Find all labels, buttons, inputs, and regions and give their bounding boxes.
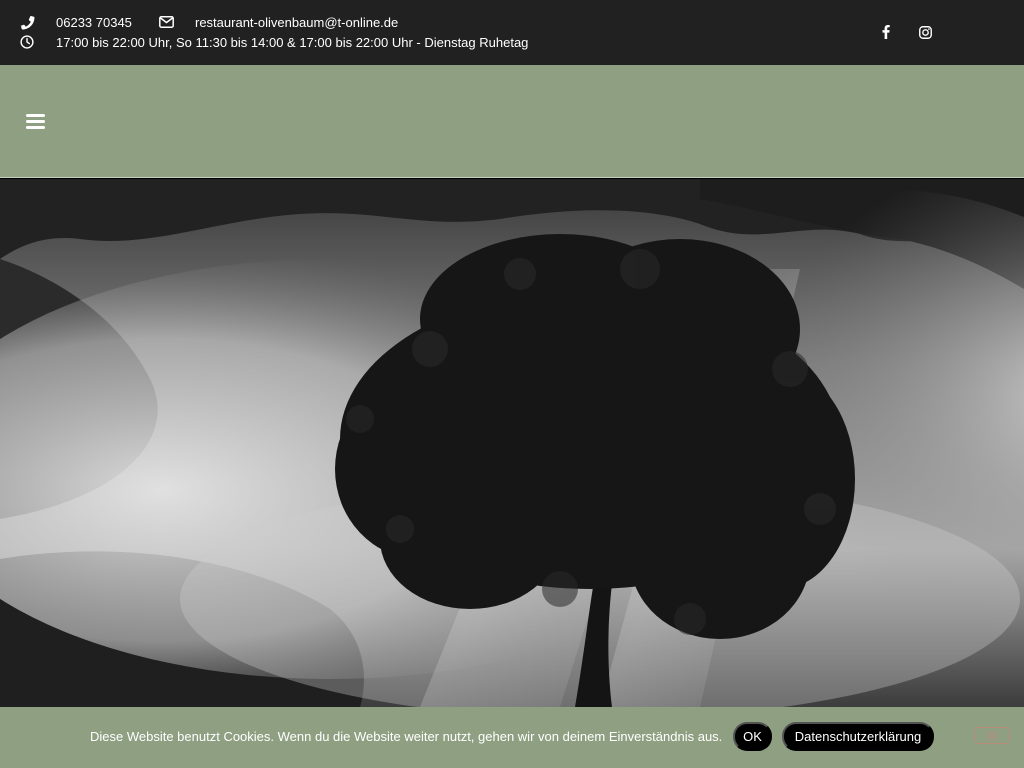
email-link[interactable]: restaurant-olivenbaum@t-online.de bbox=[195, 15, 398, 30]
cookie-message: Diese Website benutzt Cookies. Wenn du d… bbox=[90, 729, 723, 744]
close-icon[interactable] bbox=[975, 727, 1009, 744]
phone-icon bbox=[19, 14, 35, 30]
main-header bbox=[0, 65, 1024, 178]
menu-bar bbox=[26, 120, 45, 123]
envelope-icon bbox=[158, 14, 174, 30]
hero-image bbox=[0, 179, 1024, 707]
menu-bar bbox=[26, 114, 45, 117]
menu-bar bbox=[26, 126, 45, 129]
phone-number[interactable]: 06233 70345 bbox=[56, 15, 132, 30]
opening-hours: 17:00 bis 22:00 Uhr, So 11:30 bis 14:00 … bbox=[56, 34, 529, 50]
clock-icon bbox=[19, 34, 35, 50]
cookie-banner: Diese Website benutzt Cookies. Wenn du d… bbox=[0, 707, 1024, 768]
cookie-ok-button[interactable]: OK bbox=[733, 722, 772, 751]
top-contact-bar: 06233 70345 restaurant-olivenbaum@t-onli… bbox=[0, 0, 1024, 65]
privacy-policy-button[interactable]: Datenschutzerklärung bbox=[782, 722, 934, 751]
facebook-icon[interactable] bbox=[876, 22, 896, 42]
foggy-tree-illustration bbox=[0, 179, 1024, 707]
instagram-icon[interactable] bbox=[915, 22, 935, 42]
hamburger-menu-icon[interactable] bbox=[24, 112, 48, 132]
